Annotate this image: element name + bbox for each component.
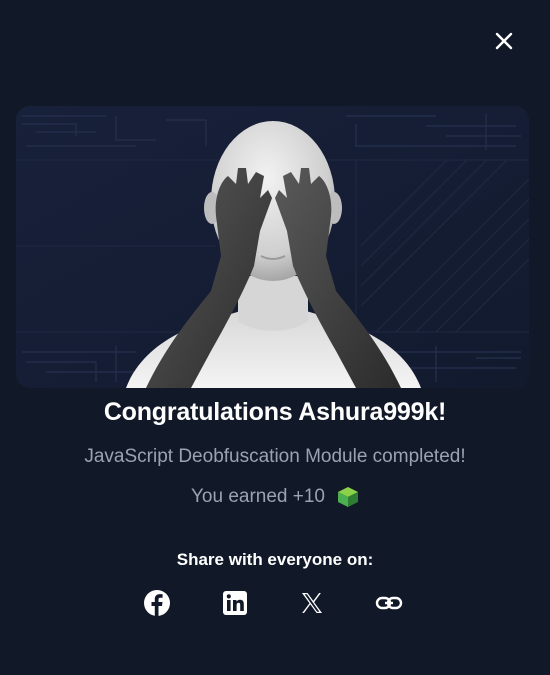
share-label: Share with everyone on: xyxy=(176,550,374,569)
share-x-button[interactable] xyxy=(297,588,327,618)
linkedin-icon xyxy=(223,591,247,615)
earned-reward: You earned +10 xyxy=(0,486,550,508)
hero-image xyxy=(16,106,529,388)
close-button[interactable] xyxy=(490,27,518,55)
x-icon xyxy=(302,593,322,613)
copy-link-button[interactable] xyxy=(374,588,404,618)
congrats-title: Congratulations Ashura999k! xyxy=(103,398,447,426)
facebook-icon xyxy=(144,590,170,616)
share-buttons xyxy=(0,588,550,620)
share-linkedin-button[interactable] xyxy=(220,588,250,618)
share-facebook-button[interactable] xyxy=(142,588,172,618)
close-icon xyxy=(495,32,513,50)
cube-icon xyxy=(337,486,359,508)
completion-modal: Congratulations Ashura999k! JavaScript D… xyxy=(0,0,550,675)
module-completed-text: JavaScript Deobfuscation Module complete… xyxy=(84,446,466,467)
link-icon xyxy=(375,596,403,610)
earned-text: You earned +10 xyxy=(190,486,325,507)
